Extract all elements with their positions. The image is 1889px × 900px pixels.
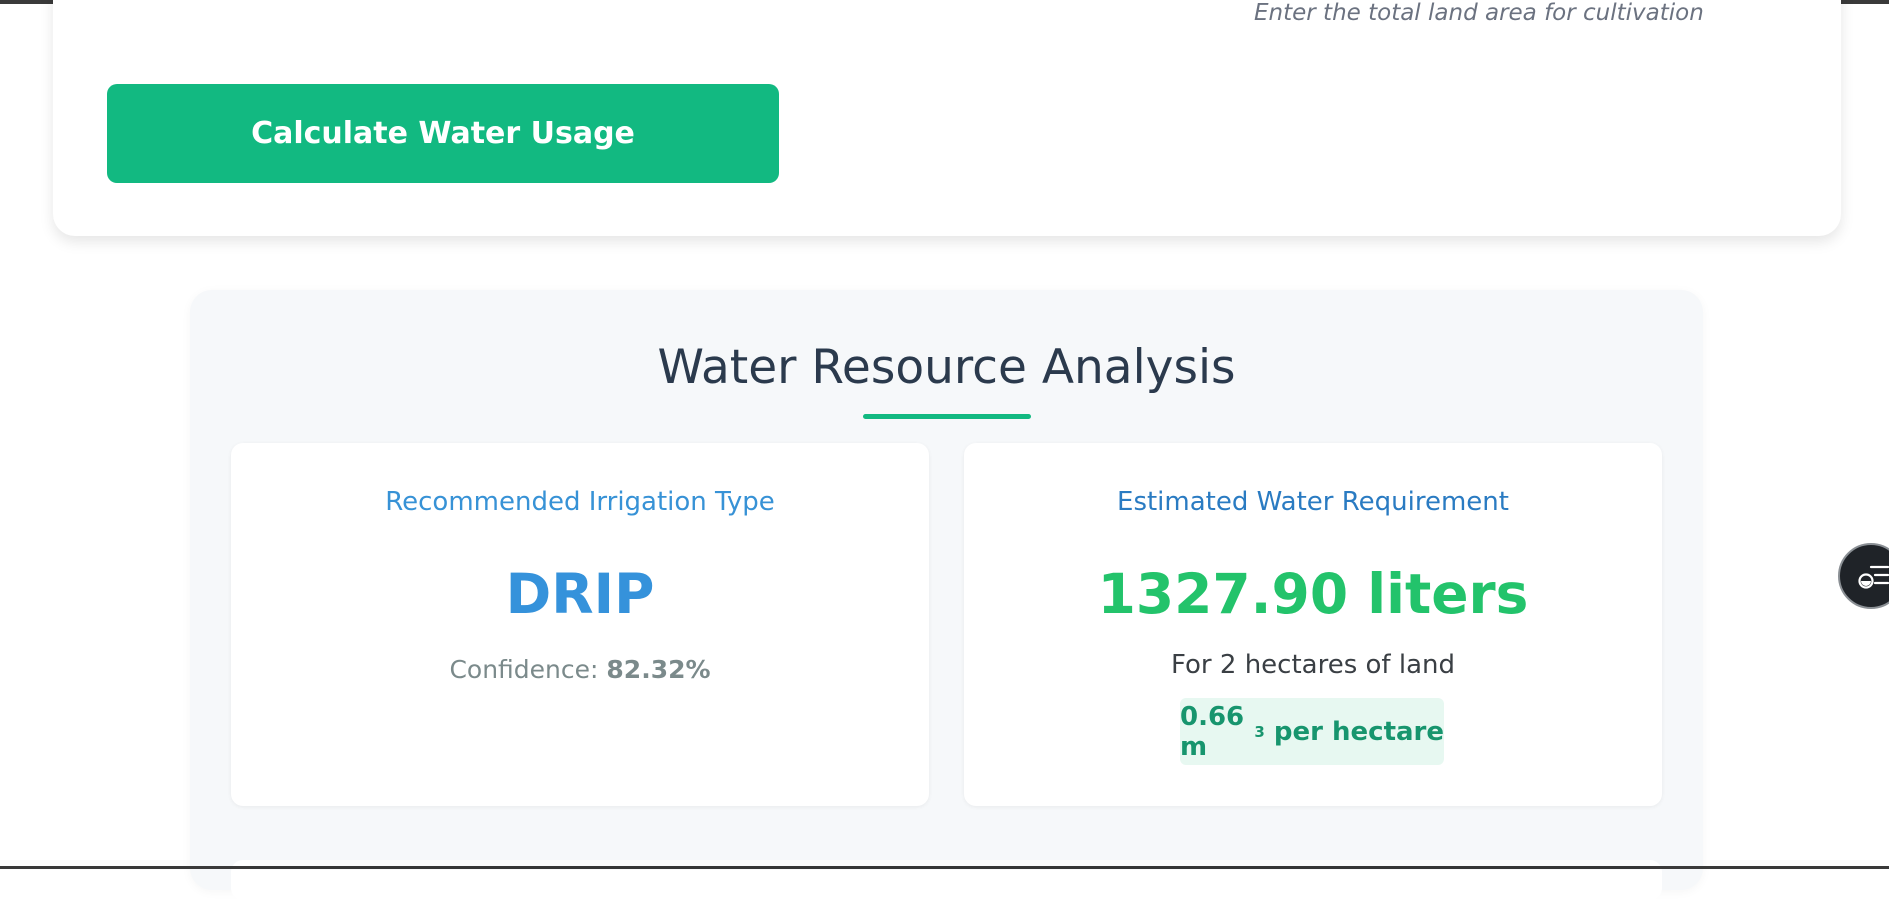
calculate-water-usage-button[interactable]: Calculate Water Usage [107, 84, 779, 183]
water-requirement-value: 1327.90 liters [1097, 562, 1529, 626]
per-hectare-value: 0.66 m [1180, 701, 1245, 762]
irrigation-type-value: DRIP [505, 562, 655, 626]
irrigation-card-heading: Recommended Irrigation Type [385, 487, 775, 517]
confidence-value: 82.32% [606, 655, 711, 684]
land-area-hint: Enter the total land area for cultivatio… [1254, 0, 1704, 26]
water-card-heading: Estimated Water Requirement [1117, 487, 1509, 517]
per-hectare-unit-exponent: 3 [1254, 722, 1265, 741]
water-resource-analysis-section: Water Resource Analysis Recommended Irri… [190, 290, 1703, 900]
confidence-label: Confidence: [449, 655, 599, 684]
per-hectare-suffix: per hectare [1264, 716, 1444, 747]
list-toggle-icon [1858, 565, 1889, 589]
floating-menu-button[interactable] [1838, 543, 1889, 609]
title-underline [863, 414, 1031, 419]
confidence-line: Confidence: 82.32% [231, 655, 929, 684]
land-area-text: For 2 hectares of land [1171, 650, 1455, 680]
per-hectare-badge: 0.66 m 3 per hectare [1180, 698, 1444, 765]
irrigation-type-card: Recommended Irrigation Type DRIP Confide… [231, 443, 929, 806]
section-title: Water Resource Analysis [657, 340, 1236, 395]
water-requirement-card: Estimated Water Requirement 1327.90 lite… [964, 443, 1662, 806]
